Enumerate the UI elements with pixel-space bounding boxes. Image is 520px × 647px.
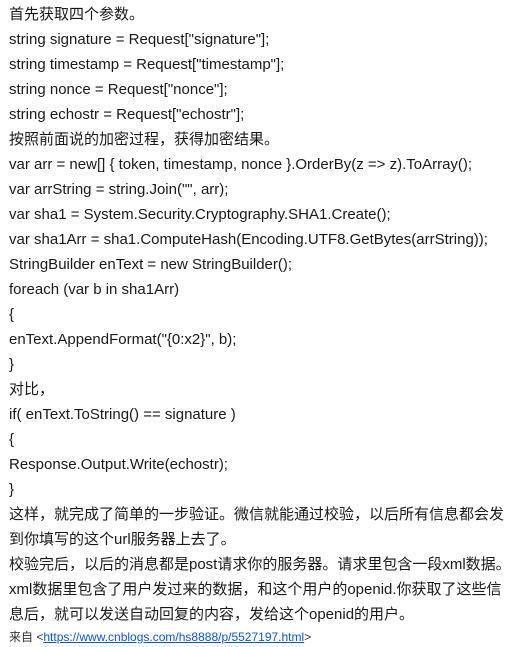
content-line: string echostr = Request["echostr"];: [9, 106, 245, 123]
content-line: var sha1Arr = sha1.ComputeHash(Encoding.…: [9, 231, 488, 248]
article-content: 首先获取四个参数。 string signature = Request["si…: [9, 2, 514, 627]
content-line: {: [9, 306, 15, 323]
content-line: 对比，: [9, 381, 55, 398]
content-line: 按照前面说的加密过程，获得加密结果。: [9, 131, 280, 148]
content-line: }: [9, 481, 15, 498]
attribution-close-bracket: >: [304, 630, 312, 644]
attribution-prefix-label: 来自: [9, 630, 37, 644]
content-line: string timestamp = Request["timestamp"];: [9, 56, 285, 73]
content-line: }: [9, 356, 15, 373]
content-line: if( enText.ToString() == signature ): [9, 406, 236, 423]
source-attribution: 来自 <https://www.cnblogs.com/hs8888/p/552…: [9, 628, 514, 647]
content-line: string signature = Request["signature"];: [9, 31, 270, 48]
source-url-link[interactable]: https://www.cnblogs.com/hs8888/p/5527197…: [43, 630, 304, 644]
content-line: var arr = new[] { token, timestamp, nonc…: [9, 156, 473, 173]
content-line: string nonce = Request["nonce"];: [9, 81, 228, 98]
content-paragraph: 这样，就完成了简单的一步验证。微信就能通过校验，以后所有信息都会发到你填写的这个…: [9, 506, 505, 548]
content-line: var arrString = string.Join("", arr);: [9, 181, 229, 198]
content-line: Response.Output.Write(echostr);: [9, 456, 228, 473]
pasted-article-document: 首先获取四个参数。 string signature = Request["si…: [0, 0, 520, 646]
content-paragraph: 校验完后，以后的消息都是post请求你的服务器。请求里包含一段xml数据。xml…: [9, 556, 511, 623]
content-line: var sha1 = System.Security.Cryptography.…: [9, 206, 391, 223]
content-line: {: [9, 431, 15, 448]
content-line: enText.AppendFormat("{0:x2}", b);: [9, 331, 237, 348]
content-line: 首先获取四个参数。: [9, 6, 145, 23]
content-line: StringBuilder enText = new StringBuilder…: [9, 256, 293, 273]
content-line: foreach (var b in sha1Arr): [9, 281, 180, 298]
